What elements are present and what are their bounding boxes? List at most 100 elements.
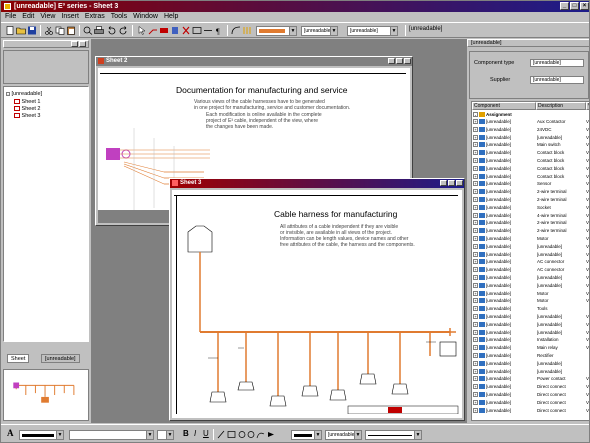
panel-minimize-button[interactable] [71, 41, 78, 47]
table-row[interactable]: + [unreadable] 4-wire terminal V [472, 212, 589, 219]
expand-icon[interactable]: + [473, 158, 478, 163]
zoom-select[interactable]: [unreadable] ▼ [347, 26, 398, 36]
sheet3-minimize-button[interactable] [440, 180, 447, 186]
table-row[interactable]: + [unreadable] Direct connect V [472, 383, 589, 390]
chevron-down-icon[interactable]: ▼ [56, 430, 64, 440]
tree-root[interactable]: - [unreadable] [6, 91, 42, 97]
table-row[interactable]: + [unreadable] Main relay V [472, 344, 589, 351]
expand-icon[interactable]: + [473, 275, 478, 280]
line-color-select[interactable]: ▼ [291, 430, 322, 440]
expand-icon[interactable]: + [473, 267, 478, 273]
expand-icon[interactable]: + [473, 337, 478, 343]
menu-edit[interactable]: Edit [22, 12, 34, 22]
table-row[interactable]: + [unreadable] Direct connect V [472, 399, 589, 406]
table-row[interactable]: + [unreadable] Aux Contactor V [472, 118, 589, 125]
table-row[interactable]: + [unreadable] [unreadable] V [472, 321, 589, 328]
table-row[interactable]: + [unreadable] Rectifier [472, 352, 589, 359]
close-button[interactable]: × [580, 2, 589, 10]
table-row[interactable]: + [unreadable] [unreadable] V [472, 329, 589, 336]
connector-icon[interactable] [159, 26, 169, 35]
pointer-icon[interactable] [137, 26, 147, 35]
table-row[interactable]: + [unreadable] Motor V [472, 235, 589, 242]
table-row[interactable]: + [unreadable] [unreadable] V [472, 251, 589, 258]
text-tool-icon[interactable]: ¶ [214, 26, 224, 35]
print-icon[interactable] [94, 26, 104, 35]
minimize-button[interactable]: _ [560, 2, 569, 10]
curve-icon[interactable] [231, 26, 241, 35]
table-row[interactable]: + [unreadable] 2-wire terminal V [472, 188, 589, 195]
tree-item-sheet1[interactable]: Sheet 1 [14, 99, 41, 105]
menu-extras[interactable]: Extras [85, 12, 105, 22]
undo-icon[interactable] [107, 26, 117, 35]
table-row[interactable]: + [unreadable] Contact block V [472, 173, 589, 180]
expand-icon[interactable]: + [473, 150, 478, 156]
component-type-input[interactable]: [unreadable] [530, 59, 584, 67]
font-color-button[interactable]: A [7, 428, 14, 438]
expand-icon[interactable]: + [473, 119, 478, 124]
column-header-component[interactable]: Component [472, 102, 536, 110]
expand-icon[interactable]: + [473, 243, 478, 249]
table-row[interactable]: + [unreadable] [unreadable] [472, 360, 589, 367]
sheet3-titlebar[interactable]: Sheet 3 [170, 179, 464, 188]
expand-icon[interactable]: + [473, 251, 478, 257]
table-row[interactable]: + [unreadable] 2-wire terminal V [472, 227, 589, 234]
table-row[interactable]: + [unreadable] Contact block V [472, 157, 589, 164]
chevron-down-icon[interactable]: ▼ [314, 430, 322, 440]
chevron-down-icon[interactable]: ▼ [146, 430, 154, 440]
chevron-down-icon[interactable]: ▼ [166, 430, 174, 440]
device-icon[interactable] [170, 26, 180, 35]
sheet3-maximize-button[interactable] [448, 180, 455, 186]
table-row[interactable]: + [unreadable] [unreadable] V [472, 243, 589, 250]
rectangle-icon[interactable] [192, 26, 202, 35]
menu-view[interactable]: View [40, 12, 55, 22]
expand-icon[interactable]: + [473, 290, 478, 296]
sheet2-titlebar[interactable]: Sheet 2 [96, 57, 412, 66]
table-row[interactable]: + [unreadable] Sensor V [472, 180, 589, 187]
line-width-select[interactable]: [unreadable] ▼ [301, 26, 338, 36]
expand-icon[interactable]: + [473, 376, 478, 382]
expand-icon[interactable]: + [473, 392, 478, 397]
expand-icon[interactable]: + [473, 173, 478, 179]
table-row[interactable]: + [unreadable] 2-wire terminal V [472, 219, 589, 226]
cut-icon[interactable] [44, 26, 54, 35]
expand-icon[interactable]: + [473, 236, 478, 241]
table-row[interactable]: + [unreadable] Socket V [472, 204, 589, 211]
chevron-down-icon[interactable]: ▼ [330, 26, 338, 36]
table-row[interactable]: + [unreadable] Motor V [472, 297, 589, 304]
expand-icon[interactable]: + [473, 407, 478, 413]
expand-icon[interactable]: + [473, 384, 478, 390]
table-row[interactable]: + [unreadable] 24VDC V [472, 126, 589, 133]
table-row[interactable]: + [unreadable] Tools [472, 305, 589, 312]
chevron-down-icon[interactable]: ▼ [414, 430, 422, 440]
table-row[interactable]: + [unreadable] Direct connect V [472, 407, 589, 414]
app-icon[interactable] [4, 3, 11, 10]
table-row[interactable]: + [unreadable] Direct connect V [472, 391, 589, 398]
drawing-tools[interactable] [217, 430, 287, 439]
table-row[interactable]: + [unreadable] Power contact V [472, 375, 589, 382]
sheet3-window[interactable]: Sheet 3 Cable harness for manufacturing … [169, 178, 465, 421]
maximize-button[interactable]: □ [570, 2, 579, 10]
library-panel-header[interactable]: [unreadable] [467, 39, 589, 47]
line-style-select[interactable]: ▼ [365, 430, 422, 440]
paste-icon[interactable] [66, 26, 76, 35]
new-file-icon[interactable] [5, 26, 15, 35]
text-style-value[interactable]: [unreadable] [409, 26, 442, 32]
expand-icon[interactable]: + [473, 204, 478, 210]
table-row[interactable]: + [unreadable] Motor V [472, 290, 589, 297]
chevron-down-icon[interactable]: ▼ [390, 26, 398, 36]
expand-icon[interactable]: + [473, 165, 478, 171]
menu-help[interactable]: Help [164, 12, 178, 22]
line-icon[interactable] [203, 26, 213, 35]
tree-item-sheet2[interactable]: Sheet 2 [14, 106, 41, 112]
line-size-select[interactable]: [unreadable] ▼ [325, 430, 362, 440]
expand-icon[interactable]: + [473, 181, 478, 187]
sheet3-canvas[interactable]: Cable harness for manufacturing All attr… [172, 190, 462, 418]
expand-icon[interactable]: + [473, 126, 478, 132]
expand-icon[interactable]: + [473, 282, 478, 288]
sheet2-minimize-button[interactable] [388, 58, 395, 64]
menu-tools[interactable]: Tools [111, 12, 127, 22]
tab-sheet[interactable]: Sheet [7, 354, 30, 363]
expand-icon[interactable]: + [473, 399, 478, 405]
group-row[interactable]: - Assignment [472, 111, 589, 118]
wire-icon[interactable] [148, 26, 158, 35]
